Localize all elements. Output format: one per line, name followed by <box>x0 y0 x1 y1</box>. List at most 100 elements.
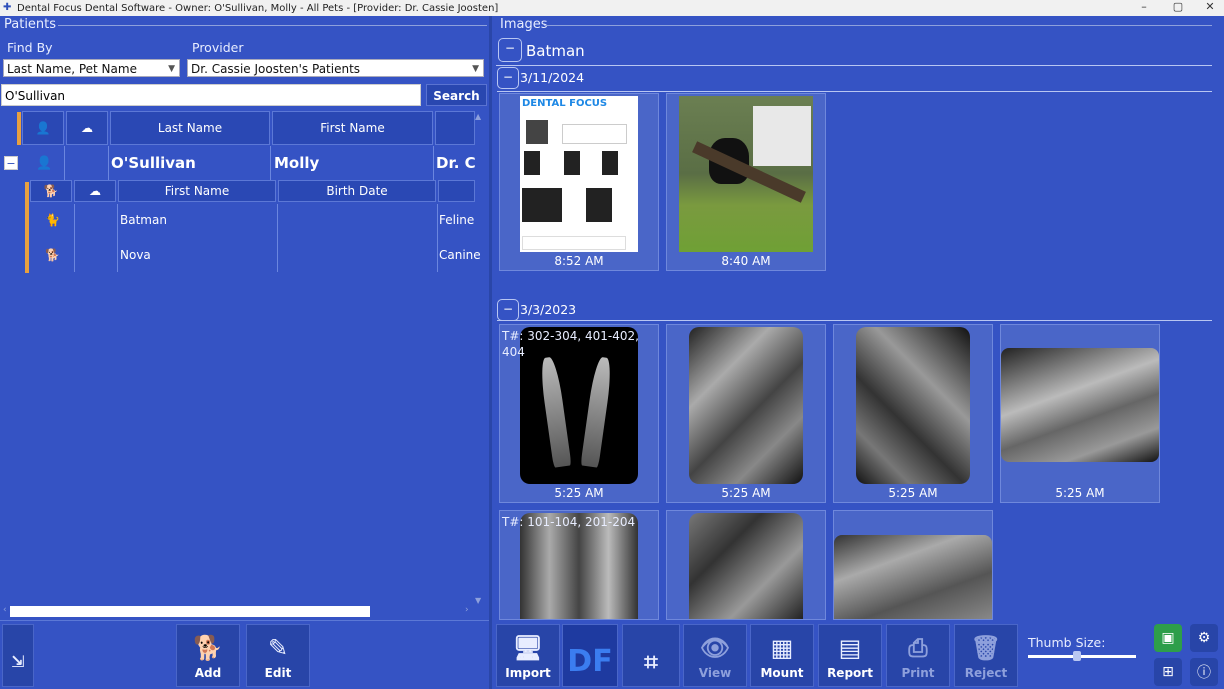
image-thumbnail[interactable] <box>666 510 826 620</box>
scroll-left-icon[interactable]: ‹ <box>3 605 7 615</box>
xray-sensor-icon: ⌗ <box>644 648 658 676</box>
grid-divider <box>270 146 271 180</box>
collapse-date-button[interactable]: − <box>497 67 519 89</box>
collapse-panel-button[interactable]: ⇲ <box>2 624 34 687</box>
report-document-icon: ▤ <box>838 634 862 662</box>
tooth-numbers-label: T#: 302-304, 401-402, <box>502 329 639 343</box>
grid-view-button[interactable]: ⊞ <box>1154 658 1182 686</box>
collapse-pet-button[interactable]: − <box>498 38 522 62</box>
search-input[interactable]: O'Sullivan <box>1 84 421 106</box>
image-time: 8:52 AM <box>554 254 604 268</box>
close-icon[interactable]: ✕ <box>1194 0 1224 16</box>
patients-panel-label: Patients <box>4 17 57 32</box>
info-button[interactable]: ⓘ <box>1190 658 1218 686</box>
pet-species-header[interactable] <box>438 180 475 202</box>
xray-image <box>689 513 803 619</box>
pet-species-batman: Feline <box>439 213 475 227</box>
xray-image <box>520 327 638 484</box>
pet-species-column-icon[interactable]: 🐕 <box>30 180 72 202</box>
pet-name-batman[interactable]: Batman <box>120 209 167 231</box>
mount-grid-icon: ▦ <box>770 634 794 662</box>
pet-name-nova[interactable]: Nova <box>120 244 151 266</box>
tooth-numbers-label: 404 <box>502 345 525 359</box>
grid-divider <box>74 204 75 272</box>
grid-divider <box>108 146 109 180</box>
image-thumbnail[interactable]: T#: 302-304, 401-402, 404 5:25 AM <box>499 324 659 503</box>
image-thumbnail[interactable]: 5:25 AM <box>666 324 826 503</box>
grid-divider <box>437 204 438 272</box>
report-text-block <box>562 124 627 144</box>
calendar-icon: ▣ <box>1161 630 1175 646</box>
tooth-numbers-label: T#: 101-104, 201-204 <box>502 515 636 529</box>
horizontal-scrollbar-thumb[interactable] <box>10 606 370 617</box>
images-panel: Images − Batman − 3/11/2024 DENTAL FOCUS… <box>492 16 1224 689</box>
owner-last-name[interactable]: O'Sullivan <box>111 150 196 176</box>
chevron-down-icon: ▼ <box>168 64 175 74</box>
mount-button-label: Mount <box>760 666 804 680</box>
find-by-dropdown[interactable]: Last Name, Pet Name ▼ <box>3 59 180 77</box>
settings-button[interactable]: ⚙ <box>1190 624 1218 652</box>
owner-last-name-header[interactable]: Last Name <box>110 111 270 145</box>
view-button[interactable]: 👁 View <box>683 624 747 687</box>
pet-hat-column-icon[interactable]: ☁ <box>74 180 116 202</box>
panel-divider <box>58 25 487 26</box>
collapse-date-button[interactable]: − <box>497 299 519 321</box>
minimize-icon[interactable]: – <box>1128 0 1160 16</box>
xray-image <box>856 327 970 484</box>
thumb-size-slider[interactable] <box>1028 655 1136 658</box>
image-thumbnail[interactable]: 5:25 AM <box>1000 324 1160 503</box>
reject-button[interactable]: 🗑 Reject <box>954 624 1018 687</box>
report-xray-1 <box>524 151 540 175</box>
dental-focus-button[interactable]: DF <box>562 624 618 687</box>
owner-person-column-icon[interactable]: 👤 <box>22 111 64 145</box>
edit-button-label: Edit <box>264 666 292 680</box>
xray-tooth-shape <box>580 356 614 468</box>
image-thumbnail[interactable]: 8:40 AM <box>666 93 826 271</box>
print-button[interactable]: ⎙ Print <box>886 624 950 687</box>
edit-button[interactable]: ✎ Edit <box>246 624 310 687</box>
pet-species-nova: Canine <box>439 248 481 262</box>
owner-provider[interactable]: Dr. C <box>436 150 476 176</box>
add-button-label: Add <box>194 666 222 680</box>
scroll-up-icon[interactable]: ▲ <box>475 112 481 121</box>
search-button[interactable]: Search <box>426 84 487 106</box>
owner-provider-header[interactable] <box>435 111 475 145</box>
trash-icon: 🗑 <box>970 634 1002 662</box>
sensor-button[interactable]: ⌗ <box>622 624 680 687</box>
printer-icon: ⎙ <box>908 634 928 662</box>
xray-tooth-shape <box>538 356 572 468</box>
scroll-right-icon[interactable]: › <box>465 605 469 615</box>
report-footer <box>522 236 626 250</box>
section-divider <box>497 91 1212 92</box>
report-photo <box>526 120 548 144</box>
app-icon: ✚ <box>3 2 12 13</box>
gear-icon: ⚙ <box>1197 630 1211 646</box>
thumb-size-slider-knob[interactable] <box>1073 651 1081 661</box>
add-button[interactable]: 🐕 Add <box>176 624 240 687</box>
collapse-arrow-icon: ⇲ <box>11 652 25 671</box>
mount-button[interactable]: ▦ Mount <box>750 624 814 687</box>
grid-divider <box>64 146 65 180</box>
add-pet-icon: 🐕 <box>193 634 223 662</box>
report-button[interactable]: ▤ Report <box>818 624 882 687</box>
owner-person-icon: 👤 <box>36 155 53 171</box>
owner-hat-column-icon[interactable]: ☁ <box>66 111 108 145</box>
owner-first-name[interactable]: Molly <box>274 150 319 176</box>
thumb-size-label: Thumb Size: <box>1028 635 1106 650</box>
pet-birth-date-header[interactable]: Birth Date <box>278 180 436 202</box>
provider-dropdown[interactable]: Dr. Cassie Joosten's Patients ▼ <box>187 59 484 77</box>
pet-first-name-header[interactable]: First Name <box>118 180 276 202</box>
collapse-owner-icon[interactable]: − <box>4 156 18 170</box>
import-button[interactable]: 🖥 Import <box>496 624 560 687</box>
scroll-down-icon[interactable]: ▼ <box>475 596 481 605</box>
maximize-icon[interactable]: ▢ <box>1162 0 1194 16</box>
image-time: 5:25 AM <box>721 486 771 500</box>
image-thumbnail[interactable]: 5:25 AM <box>833 324 993 503</box>
dog-icon: 🐕 <box>45 248 60 262</box>
pet-rows-marker <box>25 182 29 273</box>
image-thumbnail[interactable]: T#: 101-104, 201-204 <box>499 510 659 620</box>
image-thumbnail[interactable] <box>833 510 993 620</box>
owner-first-name-header[interactable]: First Name <box>272 111 433 145</box>
calendar-view-button[interactable]: ▣ <box>1154 624 1182 652</box>
image-thumbnail[interactable]: DENTAL FOCUS 8:52 AM <box>499 93 659 271</box>
